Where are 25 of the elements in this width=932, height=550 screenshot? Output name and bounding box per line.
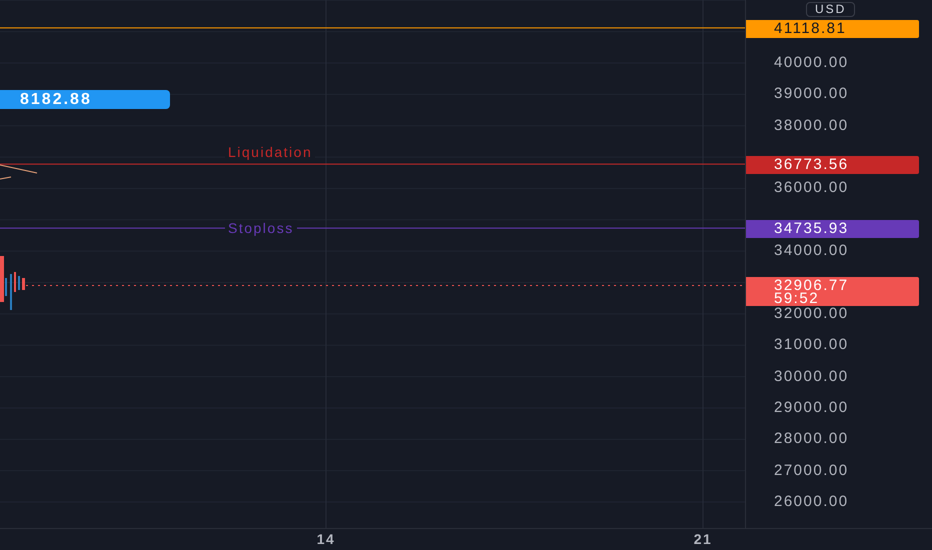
- price-tick-label: 32000.00: [774, 304, 849, 323]
- time-tick-label: 21: [692, 531, 714, 547]
- countdown: 59:52: [774, 292, 820, 306]
- price-tick-label: 34000.00: [774, 242, 849, 260]
- price-tick-label: 27000.00: [774, 462, 849, 480]
- time-tick-label: 14: [316, 531, 336, 547]
- candles-drawing: [0, 256, 25, 310]
- price-tick-label: 40000.00: [774, 54, 849, 72]
- price-tick-label: 29000.00: [774, 398, 849, 417]
- price-badge: 34735.93: [746, 220, 919, 238]
- price-line-label: Liquidation: [225, 144, 316, 160]
- price-tick-label: 39000.00: [774, 85, 849, 104]
- trendline-drawing: [0, 164, 38, 180]
- price-marker: 8182.88: [0, 90, 170, 109]
- price-line-label: Stoploss: [225, 220, 297, 236]
- price-tick-label: 30000.00: [774, 368, 849, 386]
- price-tick-label: 26000.00: [774, 493, 849, 512]
- price-tick-label: 38000.00: [774, 116, 849, 135]
- price-tick-label: 28000.00: [774, 430, 849, 448]
- currency-label[interactable]: USD: [806, 2, 856, 17]
- current-price: 32906.77: [774, 279, 850, 292]
- price-tick-label: 36000.00: [774, 179, 849, 198]
- price-badge: 36773.56: [746, 156, 919, 174]
- price-tick-label: 31000.00: [774, 336, 849, 354]
- price-badge: 41118.81: [746, 20, 919, 38]
